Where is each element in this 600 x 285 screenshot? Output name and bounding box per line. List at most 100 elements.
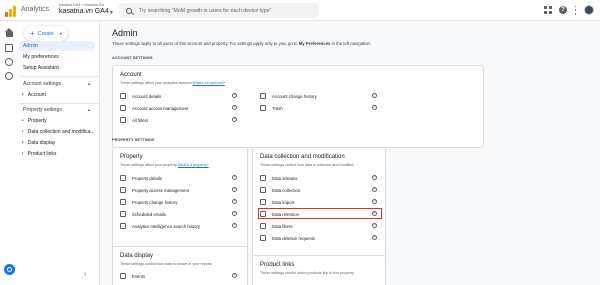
card-subtitle: These settings affect your analytics acc… [120, 81, 225, 85]
sidebar-item-data-collection[interactable]: ▸ Data collection and modifica... [22, 129, 94, 135]
app-name: Analytics [21, 6, 50, 13]
trash-item[interactable]: Trash [260, 103, 283, 113]
sidebar-item-product-links[interactable]: ▸ Product links [22, 151, 56, 157]
create-button[interactable]: + Create ▼ [24, 26, 68, 41]
sidebar-item-property[interactable]: ▸ Property [22, 118, 47, 124]
data-collection-item[interactable]: Data collection [260, 185, 300, 195]
help-icon[interactable]: ? [372, 105, 377, 110]
nav-rail [0, 21, 19, 285]
people-icon [120, 105, 126, 111]
explore-icon[interactable] [5, 58, 13, 66]
property-settings-label: PROPERTY SETTINGS [112, 138, 155, 142]
property-selector[interactable]: kasatria.vn GA4 [59, 8, 109, 15]
sidebar-item-setup-assistant[interactable]: Setup Assistant [19, 63, 95, 73]
more-vert-icon[interactable] [574, 5, 577, 15]
reports-icon[interactable] [5, 44, 13, 52]
help-icon[interactable]: ? [372, 187, 377, 192]
help-icon[interactable]: ? [232, 117, 237, 122]
page-title: Admin [112, 28, 138, 38]
help-icon[interactable]: ? [232, 211, 237, 216]
card-title: Data display [120, 253, 154, 259]
help-icon[interactable]: ? [232, 175, 237, 180]
property-change-history-item[interactable]: Property change history [120, 197, 177, 207]
card-subtitle: These settings control how data is shown… [120, 262, 213, 266]
help-icon[interactable]: ? [232, 273, 237, 278]
intelligence-icon [120, 223, 126, 229]
data-import-item[interactable]: Data import [260, 197, 294, 207]
search-history-item[interactable]: Analytics Intelligence search history [120, 221, 200, 231]
search-input[interactable]: Try searching "MoM growth in users for e… [119, 3, 319, 18]
account-change-history-item[interactable]: Account change history [260, 91, 317, 101]
filter-icon [120, 117, 126, 123]
sidebar-item-admin[interactable]: Admin [19, 41, 95, 51]
help-icon[interactable]: ? [232, 93, 237, 98]
sidebar-item-my-preferences[interactable]: My preferences [19, 52, 95, 62]
chevron-down-icon[interactable]: ▼ [109, 10, 114, 16]
property-access-item[interactable]: Property access management [120, 185, 189, 195]
account-access-item[interactable]: Account access management [120, 103, 188, 113]
sidebar-item-account[interactable]: ▸ Account [22, 92, 46, 98]
account-settings-section[interactable]: Account settings ▲ [23, 81, 91, 87]
help-icon[interactable]: ? [372, 93, 377, 98]
search-icon [126, 7, 132, 14]
top-bar: Analytics Kasatria GA4 > Kasatria GA kas… [0, 0, 600, 21]
data-deletion-item[interactable]: Data deletion requests [260, 233, 315, 243]
account-path[interactable]: Kasatria GA4 > Kasatria GA [59, 3, 104, 7]
data-retention-highlight [258, 208, 382, 219]
help-icon[interactable]: ? [232, 199, 237, 204]
account-details-item[interactable]: Account details [120, 91, 161, 101]
eraser-icon [260, 235, 266, 241]
home-icon[interactable] [4, 28, 13, 37]
whats-property-link[interactable]: What's a property? [178, 163, 209, 167]
property-card: Property These settings affect your prop… [112, 147, 248, 257]
help-icon[interactable]: ? [372, 175, 377, 180]
collapse-sidebar-icon[interactable]: ‹ [84, 271, 86, 278]
main-content: Admin These settings apply to all users … [101, 21, 600, 285]
product-links-card: Product links These settings control whi… [252, 255, 386, 285]
card-subtitle: These settings control how data is colle… [260, 163, 354, 167]
events-item[interactable]: Events [120, 271, 145, 281]
plus-icon: + [30, 28, 35, 38]
history-icon [260, 93, 266, 99]
data-filters-item[interactable]: Data filters [260, 221, 293, 231]
all-filters-item[interactable]: All filters [120, 115, 148, 125]
help-icon[interactable]: ? [372, 223, 377, 228]
chevron-down-icon: ▼ [58, 31, 63, 36]
help-icon[interactable]: ? [232, 223, 237, 228]
sidebar-item-data-display[interactable]: ▸ Data display [22, 140, 55, 146]
data-streams-item[interactable]: Data streams [260, 173, 298, 183]
help-icon[interactable]: ? [372, 199, 377, 204]
property-details-icon [120, 175, 126, 181]
apps-grid-icon[interactable] [544, 6, 552, 14]
avatar[interactable] [584, 5, 594, 15]
whats-account-link[interactable]: What's an account? [193, 81, 225, 85]
help-icon[interactable]: ? [372, 235, 377, 240]
expand-arrow-icon: ▸ [22, 92, 24, 96]
trash-icon [260, 105, 266, 111]
account-card: Account These settings affect your analy… [112, 65, 484, 148]
chevron-up-icon: ▲ [87, 107, 91, 112]
analytics-logo-icon[interactable] [5, 5, 17, 17]
help-icon[interactable]: ? [559, 6, 567, 14]
account-details-icon [120, 93, 126, 99]
scheduled-emails-item[interactable]: Scheduled emails [120, 209, 166, 219]
property-details-item[interactable]: Property details [120, 173, 162, 183]
page-description: These settings apply to all users of thi… [112, 41, 372, 46]
filter-icon [260, 223, 266, 229]
help-icon[interactable]: ? [232, 105, 237, 110]
upload-icon [260, 199, 266, 205]
events-icon [120, 273, 126, 279]
property-settings-section[interactable]: Property settings ▲ [23, 107, 91, 113]
admin-sidebar: + Create ▼ Admin My preferences Setup As… [19, 21, 100, 285]
expand-arrow-icon: ▸ [22, 118, 24, 122]
card-subtitle: These settings affect your property What… [120, 163, 209, 167]
admin-gear-icon[interactable] [4, 264, 15, 275]
help-icon[interactable]: ? [232, 187, 237, 192]
expand-arrow-icon: ▸ [22, 140, 24, 144]
card-title: Data collection and modification [260, 154, 345, 160]
account-settings-label: ACCOUNT SETTINGS [112, 56, 153, 60]
expand-arrow-icon: ▸ [22, 151, 24, 155]
people-icon [120, 187, 126, 193]
card-subtitle: These settings control which products li… [260, 271, 354, 275]
advertising-icon[interactable] [5, 72, 13, 80]
